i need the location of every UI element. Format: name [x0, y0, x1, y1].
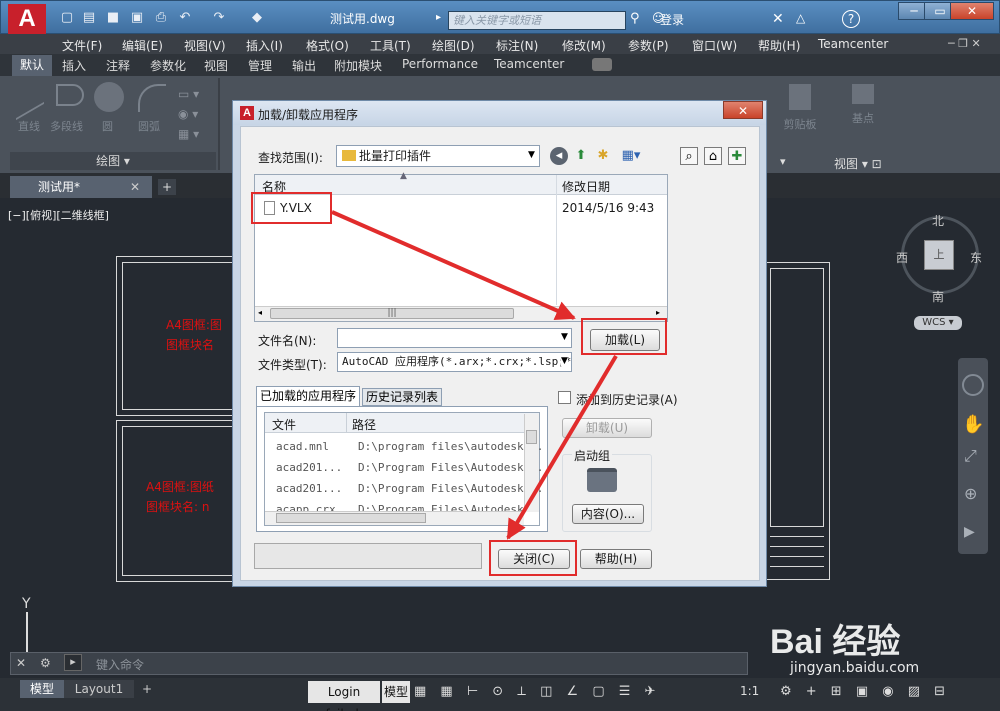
- annotation-arrows: [331, 210, 618, 540]
- arrow-file-to-load: [331, 210, 576, 320]
- arrow-load-to-close: [506, 354, 618, 540]
